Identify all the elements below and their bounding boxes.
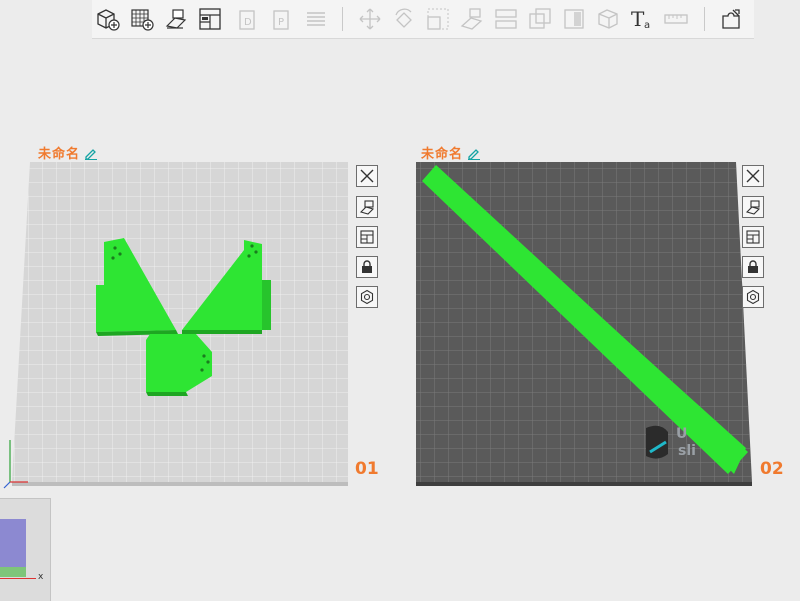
mini-axis-x-label: x xyxy=(38,572,44,582)
plate-01-name-text: 未命名 xyxy=(38,147,81,162)
gear-icon xyxy=(360,289,374,305)
plate-01-import-button[interactable] xyxy=(356,196,378,218)
plate-02-arrange-button[interactable] xyxy=(742,226,764,248)
plate-02-close-button[interactable] xyxy=(742,165,764,187)
edit-pencil-icon[interactable] xyxy=(84,146,98,160)
import-layout-icon xyxy=(359,200,375,215)
plate-02-name[interactable]: 未命名 xyxy=(421,143,481,162)
watermark-text-1: U xyxy=(676,426,688,442)
plate-01-number: 01 xyxy=(355,459,379,479)
plate-02-lock-button[interactable] xyxy=(742,256,764,278)
mini-preview-panel: x xyxy=(0,498,51,601)
plate-02-number: 02 xyxy=(760,459,784,479)
arrange-icon xyxy=(360,230,374,244)
plate-01-lock-button[interactable] xyxy=(356,256,378,278)
plate-01[interactable] xyxy=(12,162,348,486)
mini-preview-block xyxy=(0,519,26,567)
plate-01-arrange-button[interactable] xyxy=(356,226,378,248)
gear-icon xyxy=(746,289,760,305)
lock-icon xyxy=(362,260,372,273)
arrange-icon xyxy=(746,230,760,244)
lock-icon xyxy=(748,260,758,273)
plate-02-settings-button[interactable] xyxy=(742,286,764,308)
import-layout-icon xyxy=(745,200,761,215)
plate-01-name[interactable]: 未命名 xyxy=(38,143,98,162)
plate-02-import-button[interactable] xyxy=(742,196,764,218)
close-icon xyxy=(360,169,374,183)
mini-preview-base xyxy=(0,567,26,577)
watermark-text-2: sli xyxy=(678,443,696,459)
build-plates-scene xyxy=(3,162,752,489)
close-icon xyxy=(746,169,760,183)
plate-02-name-text: 未命名 xyxy=(421,147,464,162)
mini-axis-x xyxy=(0,578,36,579)
plate-01-close-button[interactable] xyxy=(356,165,378,187)
edit-pencil-icon[interactable] xyxy=(467,146,481,160)
plate-01-settings-button[interactable] xyxy=(356,286,378,308)
slicer-logo-watermark xyxy=(646,425,668,459)
